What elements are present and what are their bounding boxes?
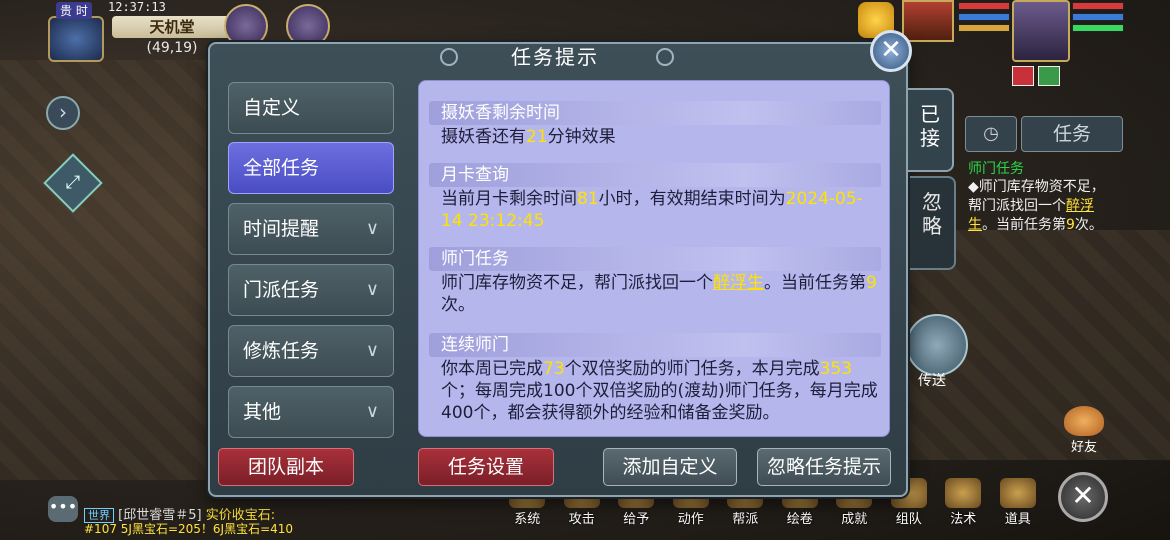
timer-icon[interactable]: ◷ xyxy=(965,116,1017,152)
category-time-reminder[interactable]: 时间提醒 ∨ xyxy=(228,203,394,255)
menu-spell[interactable]: 法术 xyxy=(936,476,991,536)
pet-avatar[interactable] xyxy=(902,0,954,42)
section-body: 当前月卡剩余时间81小时，有效期结束时间为2024-05-14 23:12:45 xyxy=(441,189,863,231)
scene-background-left xyxy=(0,60,215,480)
tracker-tab-task[interactable]: 任务 xyxy=(1021,116,1123,152)
menu-items[interactable]: 道具 xyxy=(991,476,1046,536)
category-training-tasks[interactable]: 修炼任务 ∨ xyxy=(228,325,394,377)
category-other[interactable]: 其他 ∨ xyxy=(228,386,394,438)
chevron-down-icon: ∨ xyxy=(365,279,379,300)
exit-x-icon[interactable]: ✕ xyxy=(1058,472,1108,522)
ignore-tips-button[interactable]: 忽略任务提示 xyxy=(757,448,891,486)
tab-accepted[interactable]: 已接 xyxy=(908,88,954,172)
task-settings-button[interactable]: 任务设置 xyxy=(418,448,554,486)
treasure-chest-icon xyxy=(999,478,1036,508)
close-icon[interactable]: ✕ xyxy=(870,30,912,72)
chevron-down-icon: ∨ xyxy=(365,218,379,239)
buff-heart-icon[interactable] xyxy=(1012,66,1034,86)
section-title: 摄妖香剩余时间 xyxy=(429,101,881,125)
tracker-task-title[interactable]: 师门任务 xyxy=(968,158,1024,178)
section-body: 师门库存物资不足，帮门派找回一个醉浮生。当前任务第9次。 xyxy=(441,273,877,315)
task-tips-content[interactable]: 摄妖香剩余时间 摄妖香还有21分钟效果 月卡查询 当前月卡剩余时间81小时，有效… xyxy=(418,80,890,437)
location-panel: 贵 时 12:37:13 天机堂 (49,19) xyxy=(48,0,232,64)
team-dungeon-button[interactable]: 团队副本 xyxy=(218,448,354,486)
category-custom[interactable]: 自定义 xyxy=(228,82,394,134)
category-sect-tasks[interactable]: 门派任务 ∨ xyxy=(228,264,394,316)
add-custom-button[interactable]: 添加自定义 xyxy=(603,448,737,486)
chevron-down-icon: ∨ xyxy=(365,340,379,361)
section-title: 师门任务 xyxy=(429,247,881,271)
map-name[interactable]: 天机堂 xyxy=(112,16,232,38)
section-body: 你本周已完成73个双倍奖励的师门任务，本月完成353个；每周完成100个双倍奖励… xyxy=(441,359,878,423)
handshake-icon xyxy=(1064,406,1104,436)
section-title: 月卡查询 xyxy=(429,163,881,187)
chat-bubble-icon[interactable]: ••• xyxy=(48,496,78,522)
task-tracker-tabs: ◷ 任务 xyxy=(965,116,1123,152)
tab-ignored-label: 忽略 xyxy=(922,190,942,238)
friends-button[interactable]: 好友 xyxy=(1062,406,1106,455)
teleport-label: 传送 xyxy=(918,373,946,389)
teleport-button[interactable] xyxy=(906,314,968,376)
chat-panel[interactable]: ••• 世界 [邱世睿雪＃5] 实价收宝石: #107 5J黑宝石=205！6J… xyxy=(48,496,348,540)
buff-leaf-icon[interactable] xyxy=(1038,66,1060,86)
clock: 12:37:13 xyxy=(108,0,166,14)
minimap[interactable] xyxy=(48,16,104,62)
section-sect-task: 师门任务 师门库存物资不足，帮门派找回一个醉浮生。当前任务第9次。 xyxy=(429,247,881,316)
spell-icon xyxy=(945,478,982,508)
player-avatar[interactable] xyxy=(1012,0,1070,62)
section-title: 连续师门 xyxy=(429,333,881,357)
target-item-link[interactable]: 醉浮生 xyxy=(713,273,764,293)
section-monthly-card: 月卡查询 当前月卡剩余时间81小时，有效期结束时间为2024-05-14 23:… xyxy=(429,163,881,232)
friends-label: 好友 xyxy=(1070,440,1097,455)
tab-ignored[interactable]: 忽略 xyxy=(910,176,956,270)
player-status-bars xyxy=(1072,2,1124,35)
pet-status-bars xyxy=(958,2,1010,35)
collapse-arrow-icon[interactable]: › xyxy=(46,96,80,130)
section-continuous-sect: 连续师门 你本周已完成73个双倍奖励的师门任务，本月完成353个；每周完成100… xyxy=(429,333,881,424)
vip-badge: 贵 时 xyxy=(56,2,92,19)
category-all-tasks[interactable]: 全部任务 xyxy=(228,142,394,194)
chat-text-line2: #107 5J黑宝石=205！6J黑宝石=410 xyxy=(84,522,294,536)
section-incense-time: 摄妖香剩余时间 摄妖香还有21分钟效果 xyxy=(429,101,881,148)
tracker-task-body[interactable]: ◆师门库存物资不足，帮门派找回一个醉浮生。当前任务第9次。 xyxy=(968,178,1118,235)
tab-accepted-label: 已接 xyxy=(920,102,940,150)
section-body: 摄妖香还有21分钟效果 xyxy=(441,127,616,147)
chevron-down-icon: ∨ xyxy=(365,401,379,422)
dialog-title: 任务提示 xyxy=(511,45,599,69)
